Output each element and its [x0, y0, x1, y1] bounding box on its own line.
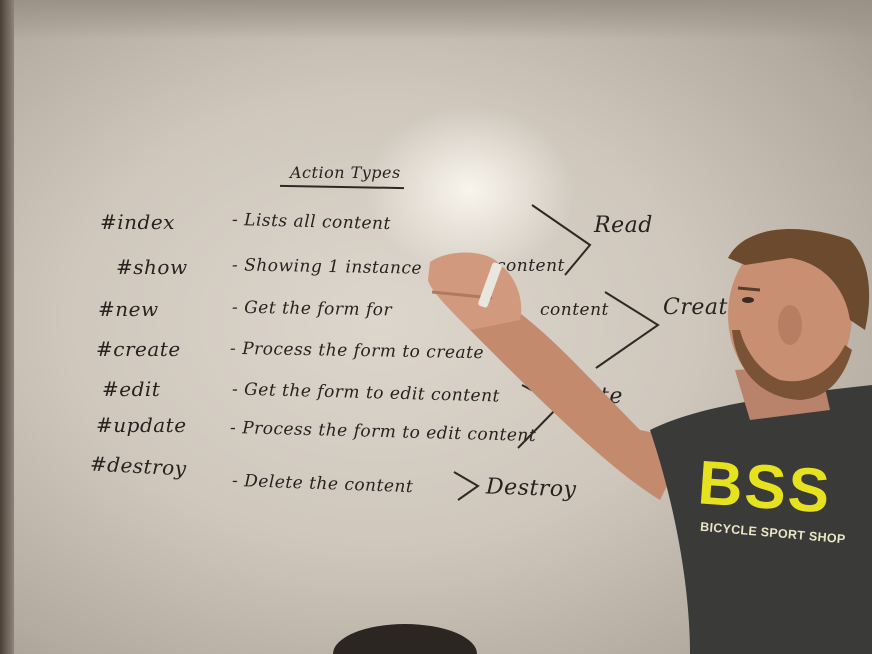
photo-scene: Action Types #index - Lists all content … [0, 0, 872, 654]
presenter-ear [778, 305, 802, 345]
presenter-hand [428, 252, 522, 330]
presenter-eye [742, 297, 754, 303]
shirt-logo: BSS [695, 448, 834, 527]
presenter [333, 229, 872, 654]
audience-head [333, 624, 477, 654]
